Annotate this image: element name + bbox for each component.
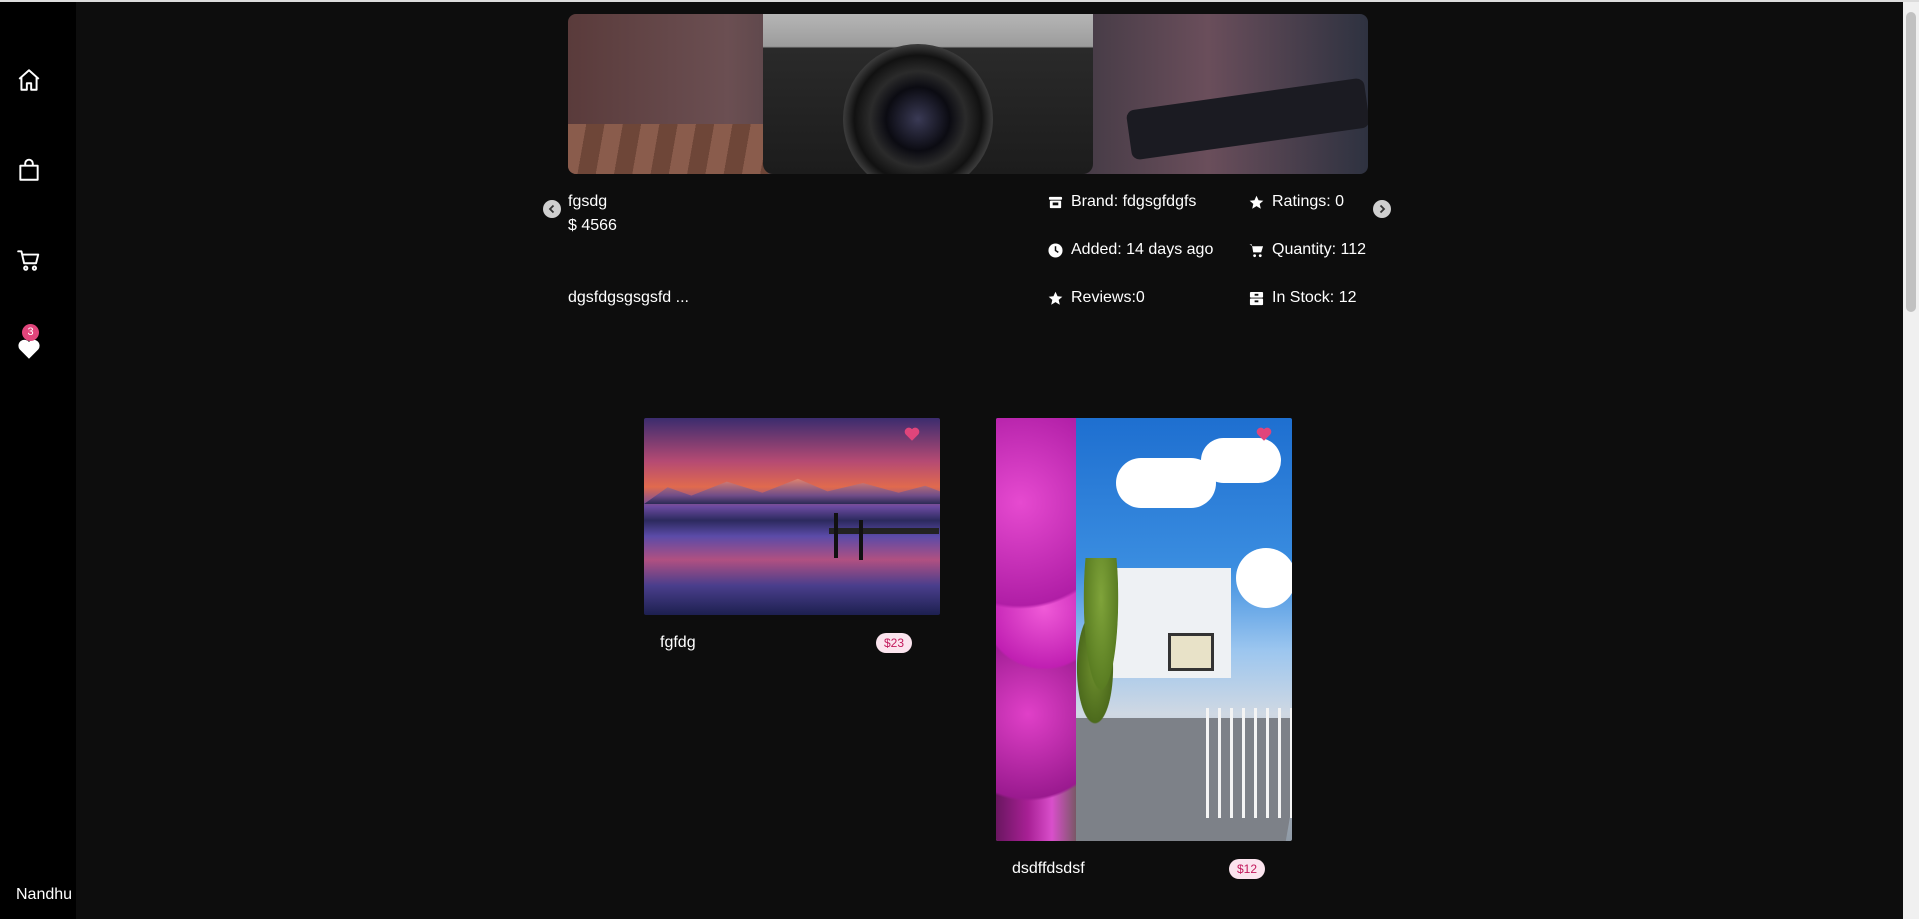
star-icon — [1048, 291, 1063, 305]
scrollbar-thumb[interactable] — [1906, 12, 1916, 312]
page-scrollbar[interactable] — [1903, 2, 1919, 919]
carousel-next-button[interactable] — [1373, 200, 1391, 218]
nav-home-button[interactable] — [14, 65, 44, 95]
image-cloud — [1236, 548, 1292, 608]
image-pier — [834, 513, 838, 558]
carousel-prev-button[interactable] — [543, 200, 561, 218]
clock-icon — [1048, 242, 1063, 258]
product-title[interactable]: dsdffdsdsf — [1012, 860, 1085, 878]
favorite-heart-icon[interactable] — [1255, 425, 1273, 443]
featured-ratings-text: Ratings: 0 — [1272, 193, 1345, 210]
wishlist-count-badge: 3 — [22, 324, 39, 341]
featured-description: dgsfdgsgsgsfd ... — [568, 289, 689, 306]
image-pier — [859, 520, 863, 560]
hero-camera-strap — [1125, 77, 1368, 161]
featured-brand: Brand: fdgsgfdgfs — [1048, 193, 1196, 211]
price-badge: $23 — [876, 633, 913, 653]
product-title[interactable]: fgfdg — [660, 634, 696, 652]
nav-cart-button[interactable] — [14, 245, 44, 275]
star-icon — [1249, 195, 1264, 209]
cart-icon — [17, 250, 40, 271]
nav-shop-button[interactable] — [14, 155, 44, 185]
featured-brand-text: Brand: fdgsgfdgfs — [1071, 193, 1197, 210]
featured-reviews: Reviews:0 — [1048, 289, 1145, 307]
featured-title: fgsdg — [568, 193, 608, 210]
chevron-right-icon — [1379, 204, 1386, 214]
image-railing — [1206, 708, 1292, 818]
sidebar: 3 Nandhu — [0, 2, 76, 919]
image-picture-frame — [1168, 633, 1214, 671]
featured-ratings: Ratings: 0 — [1249, 193, 1344, 211]
featured-stock-text: In Stock: 12 — [1272, 289, 1357, 306]
home-icon — [18, 69, 40, 91]
hero-background-table — [568, 124, 768, 174]
image-flowers — [996, 418, 1076, 841]
featured-stock: In Stock: 12 — [1249, 289, 1357, 307]
featured-added: Added: 14 days ago — [1048, 241, 1213, 259]
featured-price: $ 4566 — [568, 217, 617, 234]
image-cloud — [1201, 438, 1281, 483]
favorite-heart-icon[interactable] — [903, 425, 921, 443]
shopping-bag-icon — [19, 158, 39, 181]
price-badge: $12 — [1229, 859, 1266, 879]
username[interactable]: Nandhu — [16, 886, 72, 904]
featured-quantity: Quantity: 112 — [1249, 241, 1366, 259]
box-icon — [1249, 291, 1264, 305]
cart-icon — [1249, 243, 1264, 257]
image-mountains — [644, 478, 940, 504]
chevron-left-icon — [548, 204, 555, 214]
store-icon — [1048, 196, 1063, 208]
product-card-image[interactable] — [996, 418, 1292, 841]
featured-reviews-text: Reviews:0 — [1071, 289, 1145, 306]
product-card-image[interactable] — [644, 418, 940, 615]
featured-added-text: Added: 14 days ago — [1071, 241, 1214, 258]
window-top-border — [0, 0, 1919, 2]
featured-quantity-text: Quantity: 112 — [1272, 241, 1366, 258]
featured-product-image[interactable] — [568, 14, 1368, 174]
image-cactus — [1071, 558, 1131, 758]
image-dock — [829, 528, 939, 534]
